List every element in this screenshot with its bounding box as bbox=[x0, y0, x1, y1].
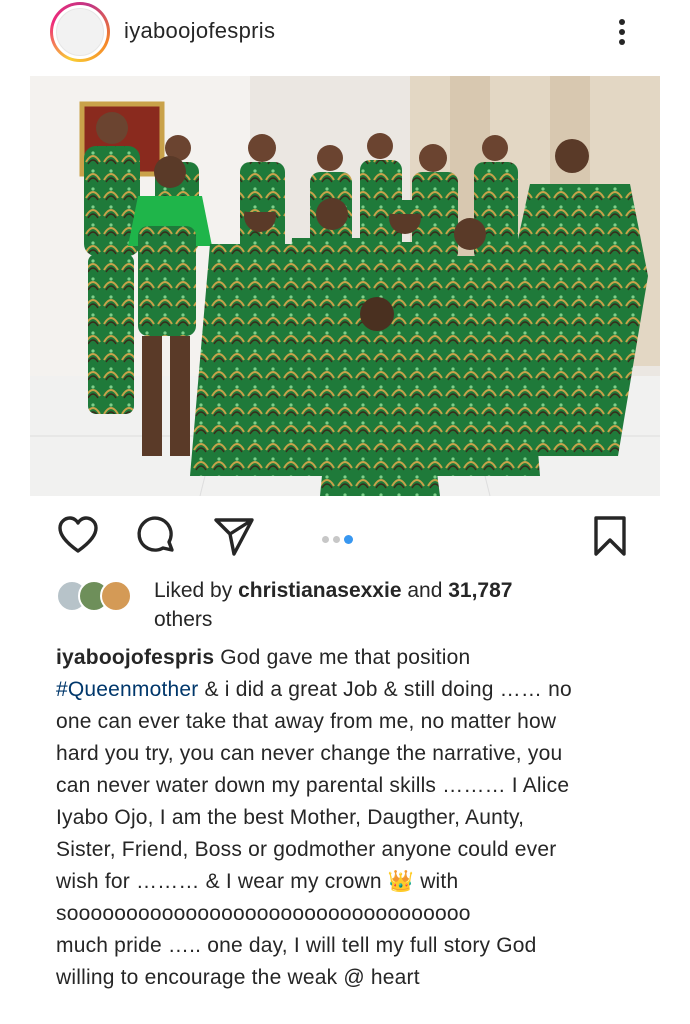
caption-text: & i did a great Job & still doing …… no bbox=[204, 678, 572, 701]
heart-icon[interactable] bbox=[56, 514, 100, 558]
post-caption: iyaboojofespris God gave me that positio… bbox=[56, 642, 656, 994]
caption-text: Iyabo Ojo, I am the best Mother, Daugthe… bbox=[56, 806, 525, 829]
liker-username[interactable]: christianasexxie bbox=[238, 579, 401, 602]
caption-hashtag[interactable]: #Queenmother bbox=[56, 678, 199, 701]
caption-text: hard you try, you can never change the n… bbox=[56, 742, 563, 765]
caption-text: with bbox=[420, 870, 459, 893]
caption-text: much pride ….. one day, I will tell my f… bbox=[56, 934, 537, 957]
send-icon[interactable] bbox=[212, 514, 256, 558]
caption-text: one can ever take that away from me, no … bbox=[56, 710, 557, 733]
more-vertical-icon[interactable] bbox=[612, 16, 632, 48]
carousel-dot bbox=[322, 536, 329, 543]
liker-avatar bbox=[100, 580, 132, 612]
likes-and: and bbox=[407, 579, 443, 602]
caption-text: soooooooooooooooooooooooooooooooooo bbox=[56, 902, 471, 925]
carousel-dot bbox=[333, 536, 340, 543]
post-image[interactable] bbox=[30, 76, 660, 496]
likes-count[interactable]: Liked by christianasexxie and 31,787 oth… bbox=[154, 576, 654, 634]
likes-number: 31,787 bbox=[448, 579, 513, 602]
likes-prefix: Liked by bbox=[154, 579, 233, 602]
comment-icon[interactable] bbox=[134, 514, 178, 558]
crown-emoji: 👑 bbox=[387, 870, 415, 893]
likes-others[interactable]: others bbox=[154, 608, 212, 631]
caption-text: wish for ……… & I wear my crown bbox=[56, 870, 382, 893]
avatar-image bbox=[56, 8, 104, 56]
liker-avatars[interactable] bbox=[56, 580, 146, 614]
post-username[interactable]: iyaboojofespris bbox=[124, 18, 275, 44]
carousel-indicator bbox=[322, 530, 357, 544]
caption-text: can never water down my parental skills … bbox=[56, 774, 570, 797]
caption-username[interactable]: iyaboojofespris bbox=[56, 646, 214, 669]
caption-text: Sister, Friend, Boss or godmother anyone… bbox=[56, 838, 557, 861]
carousel-dot-active bbox=[344, 535, 353, 544]
bookmark-icon[interactable] bbox=[588, 514, 632, 558]
caption-text: God gave me that position bbox=[220, 646, 471, 669]
profile-avatar[interactable] bbox=[50, 2, 110, 62]
caption-text: willing to encourage the weak @ heart bbox=[56, 966, 420, 989]
post-header: iyaboojofespris bbox=[0, 0, 690, 70]
post-actions bbox=[0, 506, 690, 566]
